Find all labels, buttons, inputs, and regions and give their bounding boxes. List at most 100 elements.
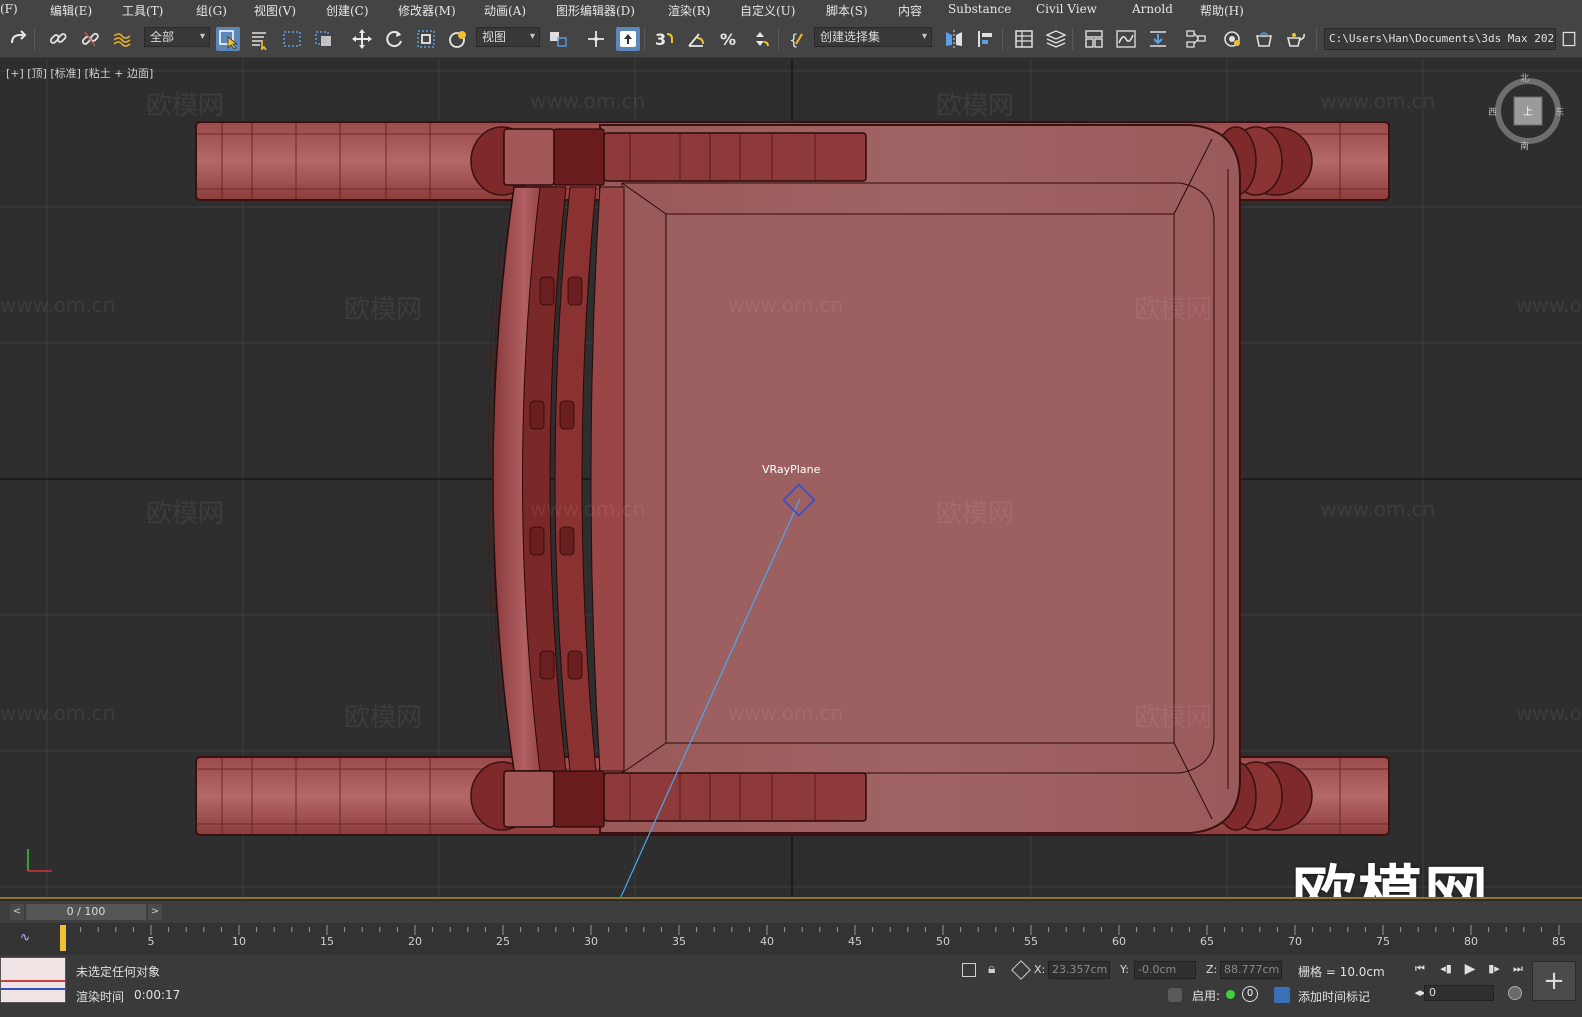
- menu-item[interactable]: 脚本(S): [826, 2, 868, 19]
- material-editor-icon[interactable]: [1220, 27, 1244, 51]
- snap-3d-icon[interactable]: 3: [652, 27, 676, 51]
- menu-item[interactable]: 创建(C): [326, 2, 369, 19]
- selection-filter-dropdown[interactable]: 全部: [144, 27, 210, 47]
- menu-item[interactable]: 动画(A): [484, 2, 526, 19]
- edit-named-selection-icon[interactable]: {: [786, 27, 810, 51]
- menu-item[interactable]: 组(G): [196, 2, 227, 19]
- menu-item[interactable]: Substance: [948, 2, 1011, 16]
- layer-explorer-icon[interactable]: [1044, 27, 1068, 51]
- set-key-button[interactable]: +: [1532, 961, 1576, 1001]
- go-to-end-icon[interactable]: ⏭: [1508, 960, 1528, 978]
- viewcube-north-label[interactable]: 北: [1520, 71, 1529, 84]
- enable-label: 启用:: [1192, 989, 1221, 1003]
- previous-frame-icon[interactable]: ◂▮: [1436, 960, 1456, 978]
- lock-icon[interactable]: 🔒︎: [988, 961, 995, 977]
- render-time-label: 渲染时间: [76, 990, 125, 1004]
- time-tag-icon[interactable]: [1274, 987, 1290, 1003]
- render-setup-icon[interactable]: [1252, 27, 1276, 51]
- pivot-icon[interactable]: [546, 27, 570, 51]
- menu-item[interactable]: (F): [0, 2, 18, 16]
- next-frame-icon[interactable]: ▮▸: [1484, 960, 1504, 978]
- play-icon[interactable]: ▶: [1460, 960, 1480, 978]
- chair-backrest: [487, 128, 625, 828]
- axis-tripod: [27, 849, 52, 872]
- absolute-mode-icon[interactable]: [1011, 960, 1031, 980]
- frame-tick-label: 15: [320, 935, 334, 948]
- scale-icon[interactable]: [414, 27, 438, 51]
- menu-bar: (F) 编辑(E) 工具(T) 组(G) 视图(V) 创建(C) 修改器(M) 动画(A) 图形…: [0, 0, 1582, 20]
- adaptive-degradation-icon[interactable]: [1168, 988, 1182, 1002]
- current-frame-spinner[interactable]: 0: [1424, 985, 1494, 1001]
- window-crossing-icon[interactable]: [312, 27, 336, 51]
- y-coord-field[interactable]: -0.0cm: [1134, 961, 1196, 979]
- time-slider[interactable]: < 0 / 100 >: [0, 901, 1582, 923]
- dope-sheet-icon[interactable]: [1146, 27, 1170, 51]
- viewport-label[interactable]: [+] [顶] [标准] [粘土 + 边面]: [6, 65, 153, 81]
- status-bar: 未选定任何对象 渲染时间 0:00:17 🔒︎ X: 23.357cm Y: -…: [0, 955, 1582, 1017]
- menu-item[interactable]: 修改器(M): [398, 2, 456, 19]
- spinner-snap-icon[interactable]: [748, 27, 772, 51]
- select-object-icon[interactable]: [216, 27, 240, 51]
- link-icon[interactable]: [46, 27, 70, 51]
- menu-item[interactable]: 图形编辑器(D): [556, 2, 635, 19]
- reference-coord-dropdown[interactable]: 视图: [476, 27, 540, 47]
- menu-item[interactable]: 帮助(H): [1200, 2, 1244, 19]
- move-icon[interactable]: [350, 27, 374, 51]
- top-viewport[interactable]: 北 南 东 西 上 欧模网 www.om.cn 欧模网 www.om.cn ww…: [0, 59, 1582, 899]
- isolate-selection-icon[interactable]: [962, 963, 976, 977]
- time-slider-handle[interactable]: 0 / 100: [26, 904, 146, 920]
- keyboard-shortcut-icon[interactable]: [616, 27, 640, 51]
- unlink-icon[interactable]: [78, 27, 102, 51]
- main-toolbar: 全部 视图 3 % { 创建选择集: [0, 20, 1582, 58]
- named-selection-dropdown[interactable]: 创建选择集: [814, 27, 932, 47]
- manipulate-icon[interactable]: [584, 27, 608, 51]
- menu-item[interactable]: Arnold: [1132, 2, 1173, 16]
- bind-space-warp-icon[interactable]: [110, 27, 134, 51]
- track-bar[interactable]: ∿ 5 10 15 20 25 30 35 40 45 50 55 60 65 70 75 80 85: [0, 923, 1582, 955]
- frame-tick-label: 5: [147, 935, 155, 948]
- project-path-dropdown[interactable]: C:\Users\Han\Documents\3ds Max 2022: [1324, 28, 1556, 50]
- viewport-layout-icon[interactable]: [1560, 27, 1578, 51]
- menu-item[interactable]: 编辑(E): [50, 2, 92, 19]
- select-by-name-icon[interactable]: [248, 27, 272, 51]
- viewcube-face-label[interactable]: 上: [1523, 103, 1533, 118]
- time-config-icon[interactable]: [1508, 986, 1522, 1000]
- z-coord-field[interactable]: 88.777cm: [1220, 961, 1282, 979]
- scene-explorer-icon[interactable]: [1012, 27, 1036, 51]
- menu-item[interactable]: 渲染(R): [668, 2, 710, 19]
- menu-item[interactable]: 工具(T): [122, 2, 163, 19]
- render-production-icon[interactable]: [1284, 27, 1308, 51]
- viewcube-south-label[interactable]: 南: [1520, 139, 1529, 152]
- menu-item[interactable]: 自定义(U): [740, 2, 795, 19]
- chair-seat: [599, 124, 1241, 834]
- menu-item[interactable]: Civil View: [1036, 2, 1097, 16]
- time-slider-prev-button[interactable]: <: [10, 904, 24, 920]
- schematic-view-icon[interactable]: [1184, 27, 1208, 51]
- chair-armrest-top: [603, 132, 867, 182]
- menu-item[interactable]: 视图(V): [254, 2, 296, 19]
- frame-tick-label: 70: [1288, 935, 1302, 948]
- angle-snap-icon[interactable]: [684, 27, 708, 51]
- y-coord-label: Y:: [1120, 963, 1129, 976]
- menu-item[interactable]: 内容: [898, 2, 922, 19]
- curve-editor-mini-icon[interactable]: ∿: [20, 930, 30, 944]
- align-icon[interactable]: [974, 27, 998, 51]
- add-time-tag[interactable]: 添加时间标记: [1298, 988, 1370, 1005]
- placement-icon[interactable]: [446, 27, 470, 51]
- brand-watermark: 欧模网: [1292, 860, 1490, 899]
- enable-status-dot: [1226, 990, 1235, 999]
- ribbon-icon[interactable]: [1082, 27, 1106, 51]
- percent-snap-icon[interactable]: %: [716, 27, 740, 51]
- go-to-start-icon[interactable]: ⏮: [1410, 960, 1430, 978]
- mirror-icon[interactable]: [942, 27, 966, 51]
- redo-icon[interactable]: [6, 27, 30, 51]
- svg-text:{: {: [789, 31, 799, 49]
- rotate-icon[interactable]: [382, 27, 406, 51]
- time-slider-next-button[interactable]: >: [148, 904, 162, 920]
- viewcube-west-label[interactable]: 西: [1488, 105, 1497, 118]
- x-coord-field[interactable]: 23.357cm: [1048, 961, 1110, 979]
- maxscript-mini-listener[interactable]: [0, 957, 66, 1003]
- viewcube-east-label[interactable]: 东: [1555, 105, 1564, 118]
- curve-editor-icon[interactable]: [1114, 27, 1138, 51]
- rect-region-icon[interactable]: [280, 27, 304, 51]
